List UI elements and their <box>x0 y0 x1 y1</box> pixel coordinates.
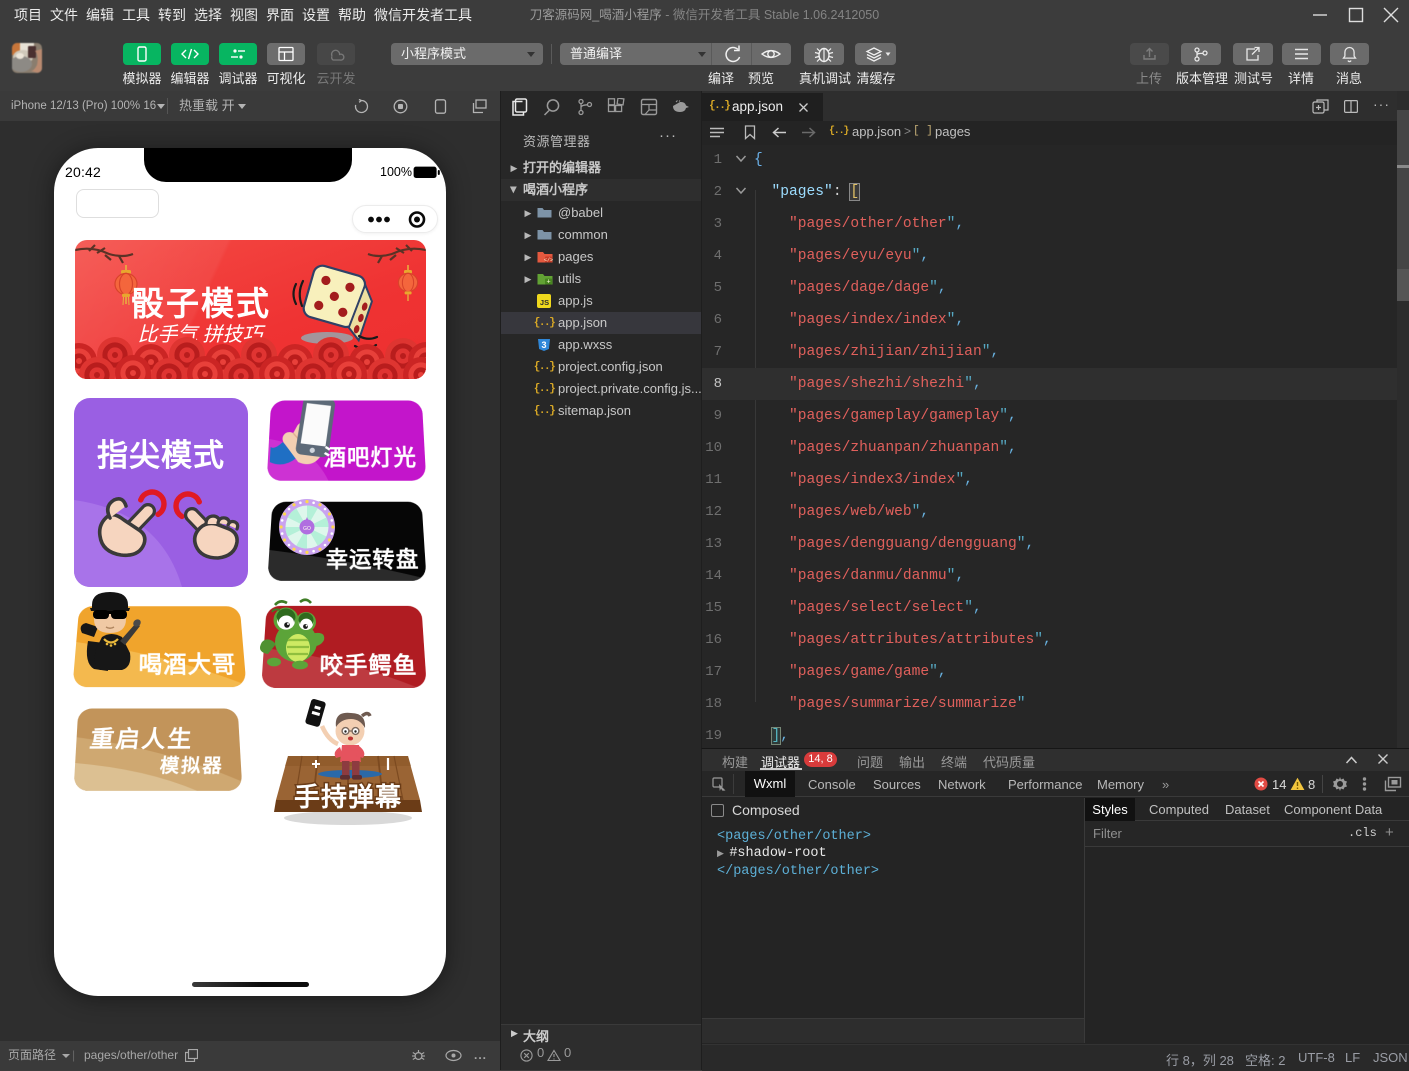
svg-text:3: 3 <box>541 340 546 350</box>
svg-text:手持弹幕: 手持弹幕 <box>294 782 402 812</box>
svg-text:</>: </> <box>544 257 553 263</box>
svg-text:+: + <box>546 279 550 286</box>
svg-text:GO: GO <box>303 526 311 532</box>
svg-text:JS: JS <box>540 298 549 307</box>
